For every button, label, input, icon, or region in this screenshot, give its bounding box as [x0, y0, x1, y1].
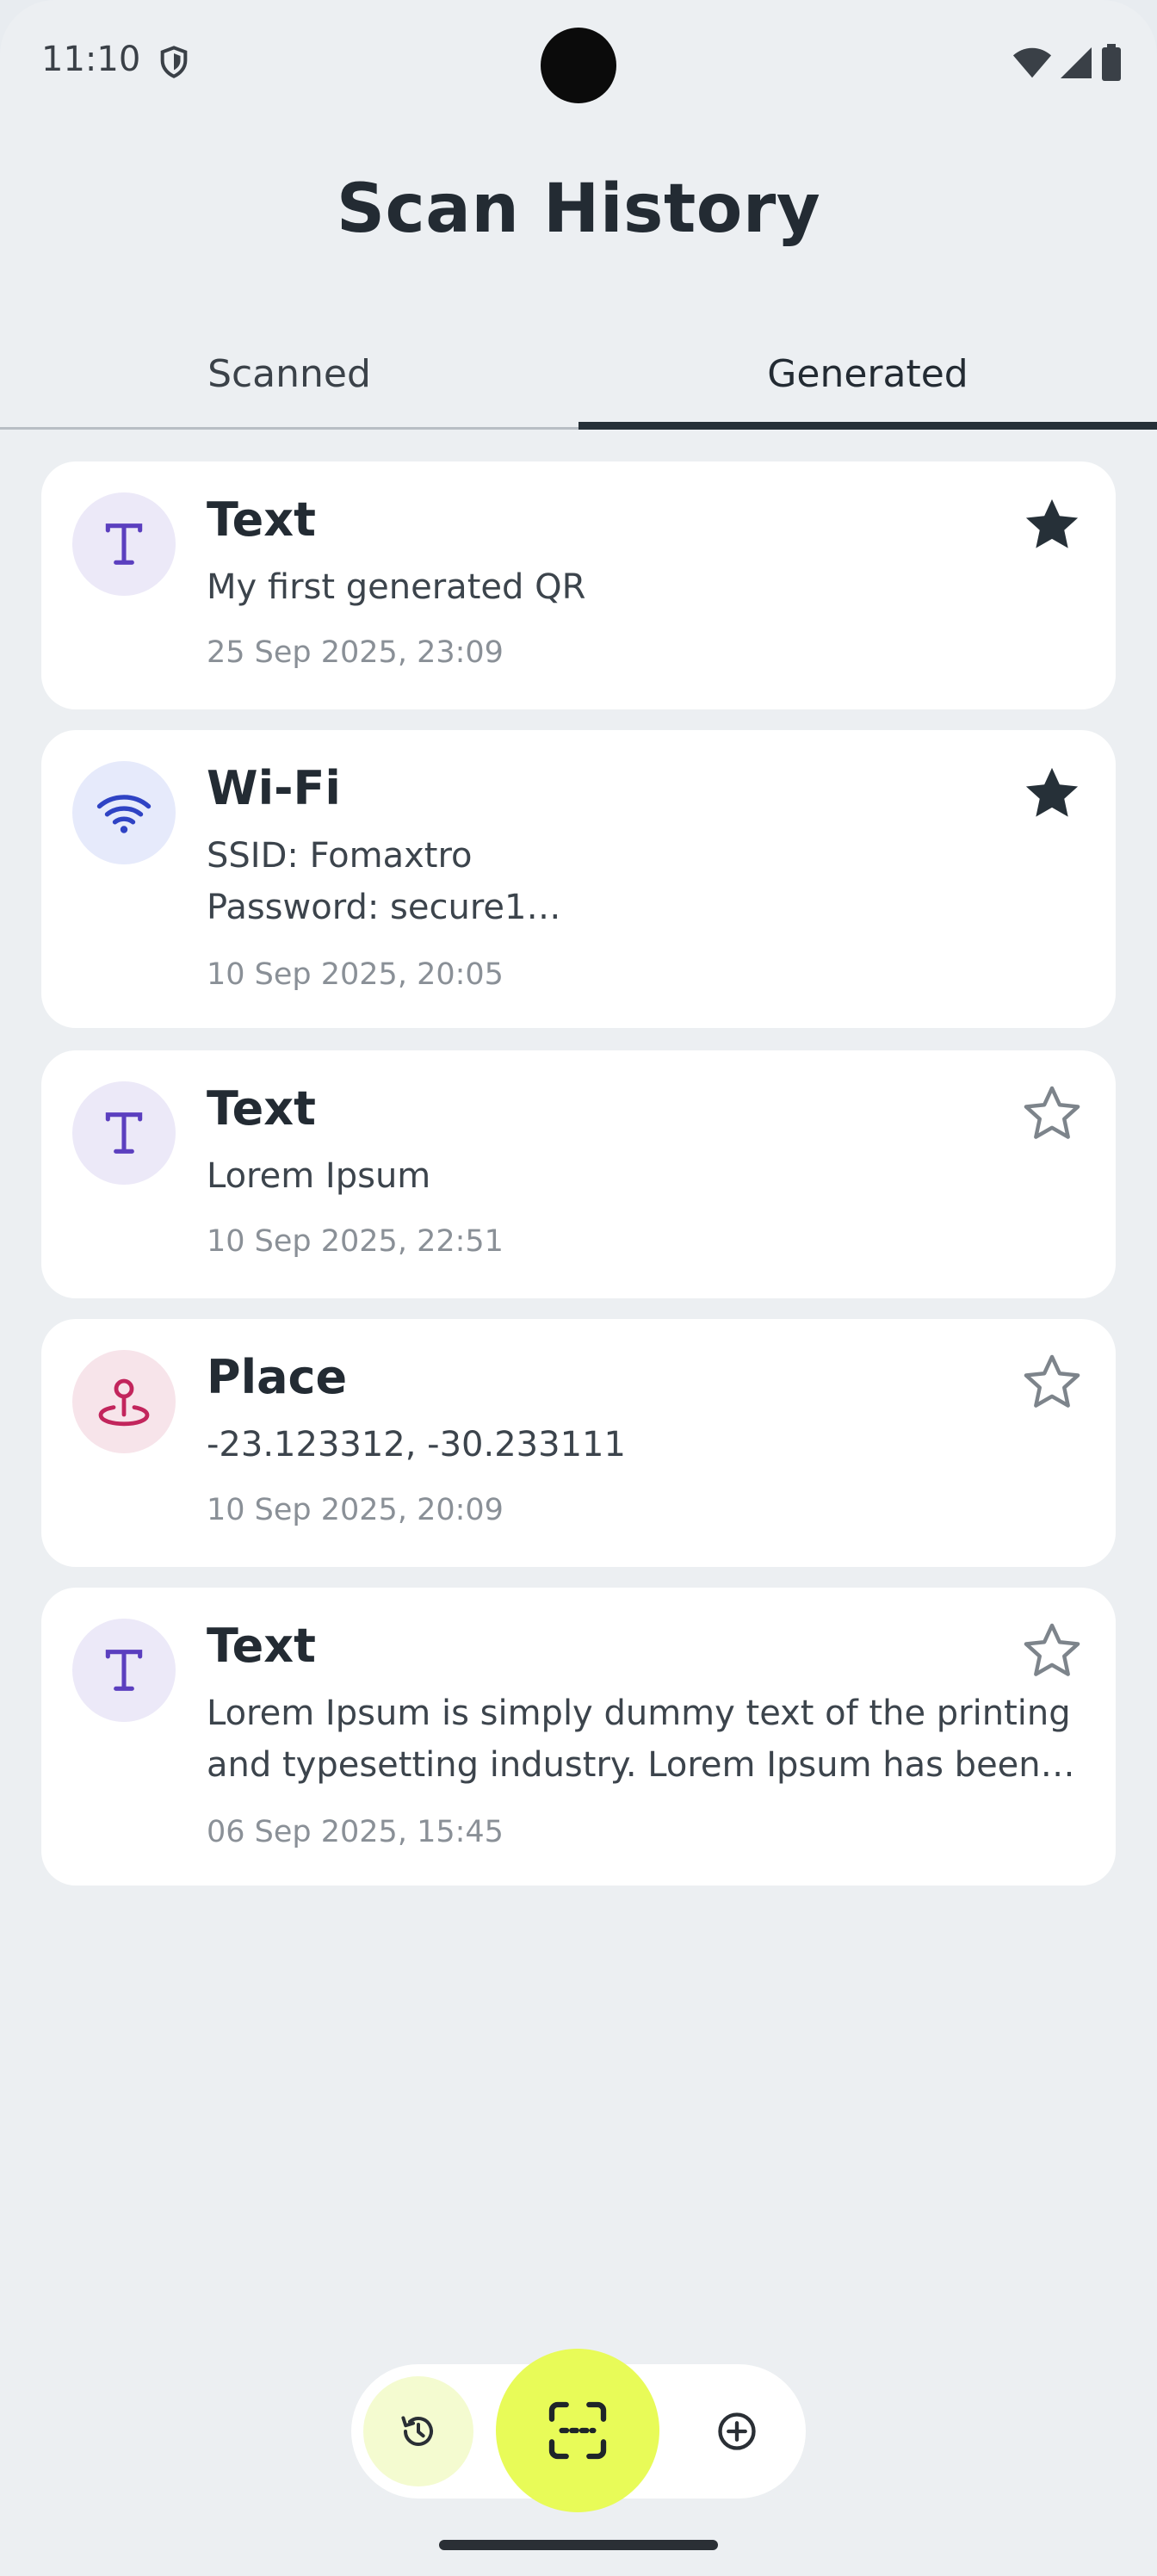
item-type: Wi-Fi: [207, 761, 341, 815]
item-content-line: -23.123312, -30.233111: [207, 1425, 626, 1464]
cell-signal-icon: [1061, 47, 1092, 78]
item-content-line: SSID: Fomaxtro: [207, 836, 473, 876]
star-outline-icon[interactable]: [1019, 1619, 1085, 1684]
item-date: 10 Sep 2025, 20:09: [207, 1493, 504, 1527]
home-indicator: [439, 2540, 718, 2550]
item-content: My first generated QR: [207, 561, 1076, 613]
text-icon: [72, 1081, 176, 1185]
star-outline-icon[interactable]: [1019, 1350, 1085, 1415]
item-date: 25 Sep 2025, 23:09: [207, 635, 504, 670]
item-type: Text: [207, 492, 316, 547]
item-content-line: and typesetting industry. Lorem Ipsum ha…: [207, 1745, 1076, 1785]
page-title: Scan History: [336, 170, 821, 248]
tab-scanned[interactable]: Scanned: [0, 319, 578, 429]
star-filled-icon[interactable]: [1019, 761, 1085, 827]
item-content-line: Lorem Ipsum is simply dummy text of the …: [207, 1694, 1071, 1733]
item-date: 10 Sep 2025, 20:05: [207, 957, 504, 992]
item-content: -23.123312, -30.233111: [207, 1419, 1076, 1471]
status-bar: 11:10: [0, 0, 1157, 129]
history-item[interactable]: Wi-Fi SSID: Fomaxtro Password: secure1… …: [41, 730, 1116, 1028]
item-type: Text: [207, 1081, 316, 1136]
item-content: Lorem Ipsum is simply dummy text of the …: [207, 1687, 1076, 1791]
tab-indicator: [578, 422, 1157, 430]
bottom-nav: [351, 2349, 806, 2512]
item-content-line: Password: secure1…: [207, 888, 561, 927]
add-circle-icon: [718, 2412, 756, 2450]
shield-icon: [160, 46, 188, 78]
history-item[interactable]: Text Lorem Ipsum is simply dummy text of…: [41, 1588, 1116, 1886]
tab-generated[interactable]: Generated: [578, 319, 1157, 429]
tab-bar: Scanned Generated: [0, 319, 1157, 430]
item-date: 10 Sep 2025, 22:51: [207, 1224, 504, 1259]
star-filled-icon[interactable]: [1019, 492, 1085, 558]
status-time: 11:10: [41, 40, 141, 79]
wifi-signal-icon: [1012, 47, 1052, 78]
wifi-icon: [72, 761, 176, 864]
history-button[interactable]: [363, 2376, 473, 2486]
item-date: 06 Sep 2025, 15:45: [207, 1815, 504, 1849]
history-item[interactable]: Text My first generated QR 25 Sep 2025, …: [41, 461, 1116, 709]
history-icon: [401, 2416, 433, 2446]
scan-icon: [548, 2401, 607, 2460]
system-icons: [1012, 43, 1123, 83]
history-item[interactable]: Text Lorem Ipsum 10 Sep 2025, 22:51: [41, 1050, 1116, 1298]
screen: 11:10 Scan History Scanned Generated Tex…: [0, 0, 1157, 2576]
camera-cutout: [541, 28, 616, 103]
item-type: Place: [207, 1350, 348, 1404]
battery-icon: [1102, 44, 1121, 81]
item-content-line: My first generated QR: [207, 567, 586, 607]
item-content: SSID: Fomaxtro Password: secure1…: [207, 830, 1076, 933]
item-content: Lorem Ipsum: [207, 1150, 1076, 1202]
place-icon: [72, 1350, 176, 1453]
item-content-line: Lorem Ipsum: [207, 1156, 431, 1196]
text-icon: [72, 1619, 176, 1722]
history-item[interactable]: Place -23.123312, -30.233111 10 Sep 2025…: [41, 1319, 1116, 1567]
star-outline-icon[interactable]: [1019, 1081, 1085, 1147]
text-icon: [72, 492, 176, 596]
generate-button[interactable]: [702, 2397, 771, 2466]
scan-button[interactable]: [496, 2349, 659, 2512]
item-type: Text: [207, 1619, 316, 1673]
